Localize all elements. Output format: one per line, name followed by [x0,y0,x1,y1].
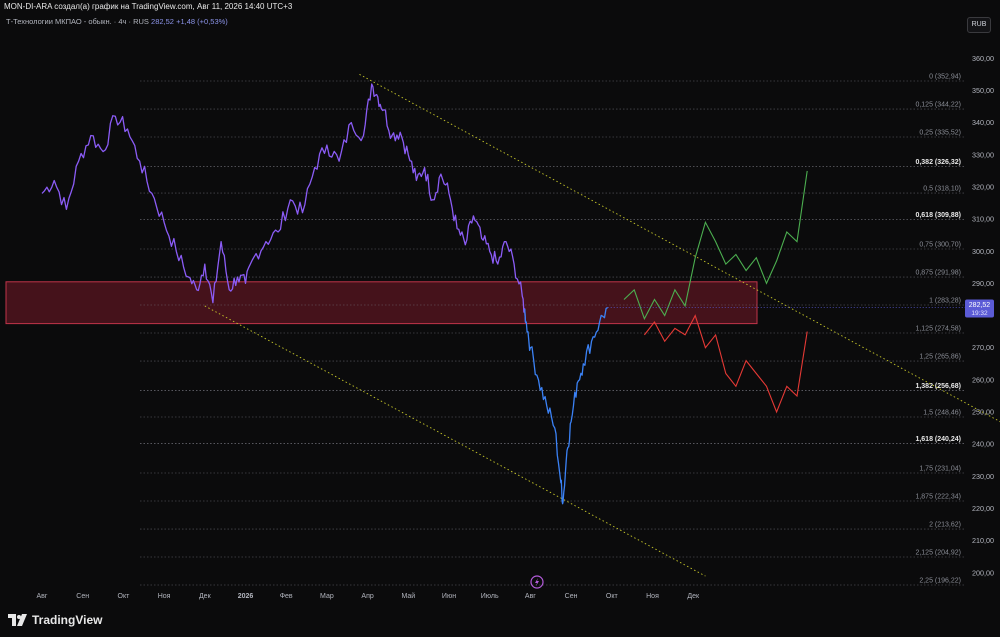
y-tick-label: 270,00 [972,343,994,352]
fib-level-label: 1,875 (222,34) [915,494,961,501]
tradingview-logo-icon [8,614,27,626]
fib-level-label: 2 (213,62) [929,522,961,529]
x-tick-label: Апр [361,593,373,600]
fib-level-label: 0,125 (344,22) [915,102,961,109]
brand-text: TradingView [32,613,103,627]
x-tick-label: Мар [320,593,334,600]
x-tick-label: Сен [76,593,89,600]
x-tick-label: Ноя [158,593,171,600]
y-tick-label: 350,00 [972,86,994,95]
y-tick-label: 240,00 [972,440,994,449]
symbol-legend[interactable]: Т-Технологии МКПАО - обыкн. · 4ч · RUS 2… [6,17,228,26]
channel-lower-line [204,305,706,577]
price-chart[interactable]: 0 (352,94) 0,125 (344,22) 0,25 (335,52) 0,3… [0,0,1000,637]
fib-level-label: 1,382 (256,68) [915,383,961,390]
y-tick-label: 200,00 [972,568,994,577]
chart-caption: MON-DI-ARA создал(а) график на TradingVi… [4,2,293,11]
x-tick-label: Дек [687,593,700,600]
symbol-change: +1,48 (+0,53%) [176,17,228,26]
price-tag-countdown: 19:32 [971,310,988,317]
x-tick-label: Май [401,592,415,600]
currency-button[interactable]: RUB [967,17,991,33]
channel-upper-line [359,73,1000,423]
y-tick-label: 250,00 [972,408,994,417]
fib-level-label: 0,618 (309,88) [915,212,961,219]
price-line-blue [524,306,609,505]
fib-level-label: 1,25 (265,86) [919,354,961,361]
fib-level-label: 0,382 (326,32) [915,159,961,166]
x-tick-label: Сен [565,593,578,600]
y-tick-label: 230,00 [972,472,994,481]
fib-level-label: 1 (283,28) [929,298,961,305]
fib-level-label: 0,75 (300,70) [919,242,961,249]
fib-level-label: 2,25 (196,22) [919,578,961,585]
x-tick-label: Авг [525,593,536,600]
symbol-name: Т-Технологии МКПАО - обыкн. · 4ч · RUS [6,17,149,26]
fib-level-label: 0,875 (291,98) [915,270,961,277]
y-tick-label: 300,00 [972,247,994,256]
x-tick-label: Окт [606,593,619,600]
fib-level-label: 2,125 (204,92) [915,550,961,557]
bottom-bar [0,605,1000,637]
lightning-icon[interactable] [530,575,544,589]
y-tick-label: 220,00 [972,504,994,513]
x-tick-label: Дек [199,593,212,600]
top-caption-bar: MON-DI-ARA создал(а) график на TradingVi… [0,0,1000,14]
fib-level-label: 1,5 (248,46) [923,410,961,417]
fib-level-label: 1,618 (240,24) [915,436,961,443]
fib-level-label: 0,25 (335,52) [919,130,961,137]
y-tick-label: 290,00 [972,279,994,288]
x-tick-label: Июль [481,593,499,600]
fib-level-label: 0 (352,94) [929,74,961,81]
tradingview-brand[interactable]: TradingView [8,613,102,627]
y-tick-label: 340,00 [972,118,994,127]
price-tag-value: 282,52 [969,302,991,309]
fib-level-label: 0,5 (318,10) [923,186,961,193]
bear-projection-line [643,314,808,414]
x-tick-label: Июн [442,593,456,600]
x-tick-label: Ноя [646,593,659,600]
y-tick-label: 210,00 [972,536,994,545]
x-tick-label: Окт [118,593,131,600]
y-tick-label: 260,00 [972,375,994,384]
x-tick-label: Фев [280,593,293,600]
symbol-price: 282,52 [151,17,174,26]
y-tick-label: 320,00 [972,182,994,191]
fib-level-label: 1,75 (231,04) [919,466,961,473]
x-tick-label: 2026 [238,593,254,600]
y-tick-label: 360,00 [972,54,994,63]
x-tick-label: Авг [37,593,48,600]
fib-level-label: 1,125 (274,58) [915,326,961,333]
y-tick-label: 330,00 [972,150,994,159]
y-tick-label: 310,00 [972,215,994,224]
